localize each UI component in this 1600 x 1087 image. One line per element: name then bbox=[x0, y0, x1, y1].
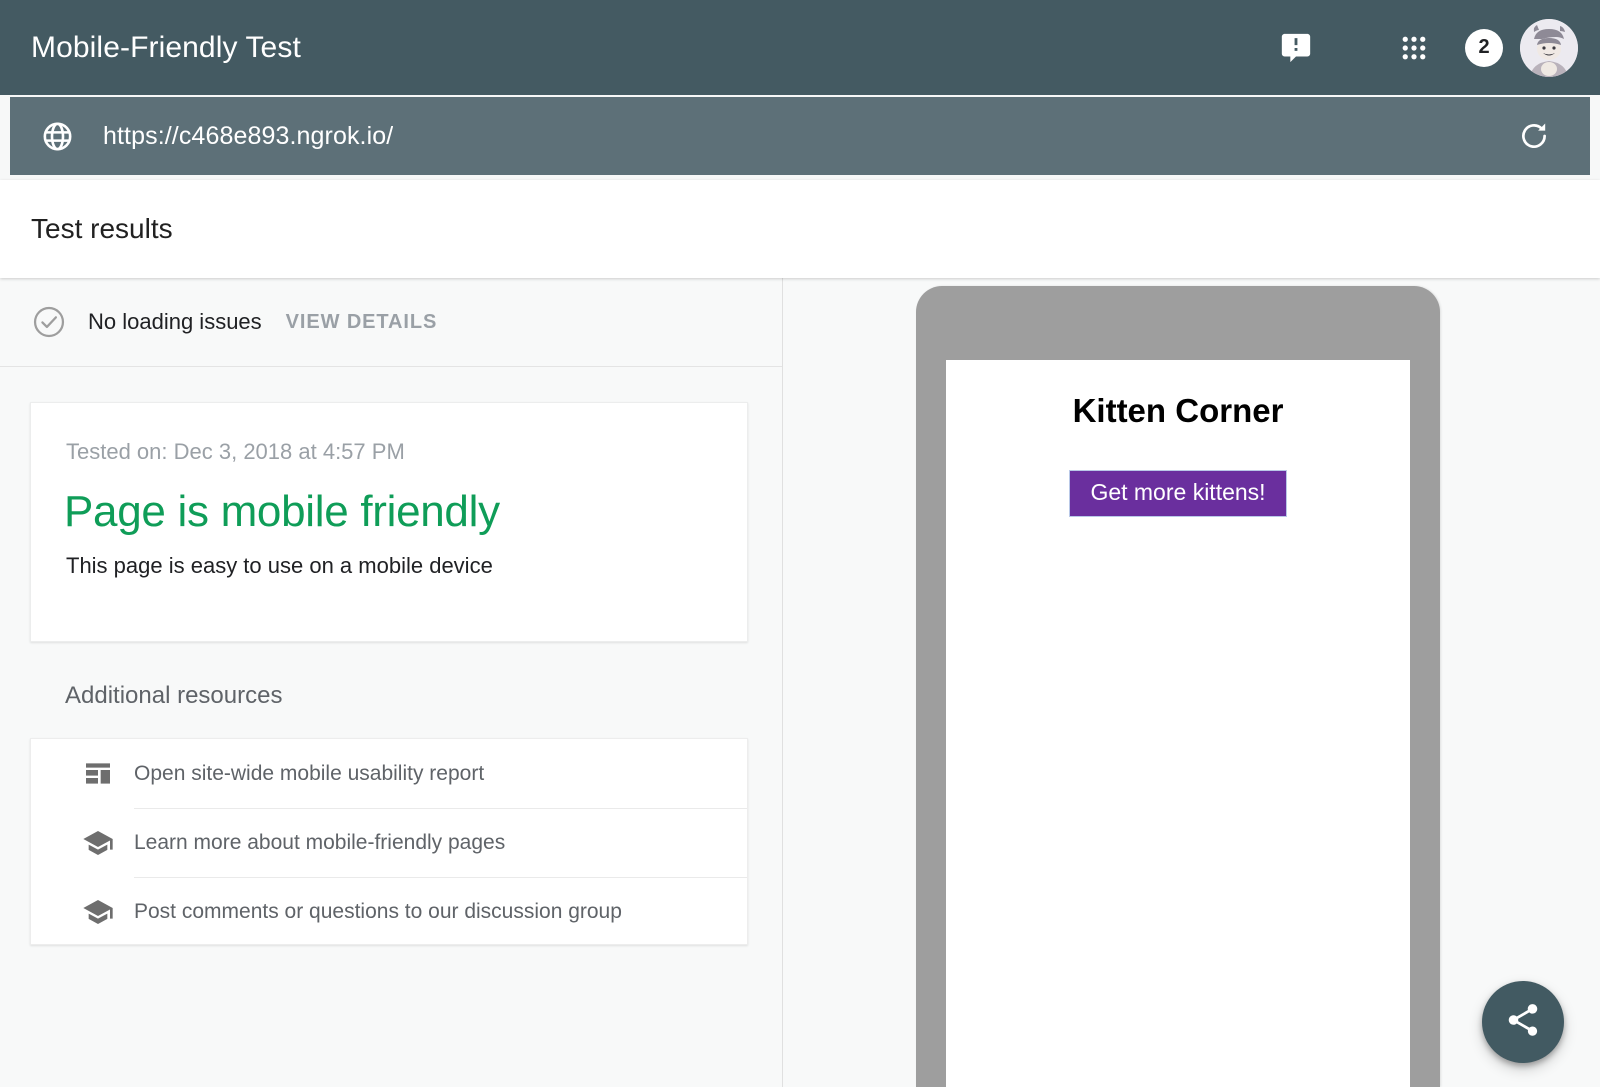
share-icon bbox=[1504, 1001, 1542, 1044]
apps-grid-icon bbox=[1399, 33, 1429, 63]
resource-item-discussion-group[interactable]: Post comments or questions to our discus… bbox=[31, 877, 747, 946]
body-area: No loading issues VIEW DETAILS Tested on… bbox=[0, 278, 1600, 1087]
resource-item-usability-report[interactable]: Open site-wide mobile usability report bbox=[31, 739, 747, 808]
loading-issues-row: No loading issues VIEW DETAILS bbox=[0, 278, 782, 367]
app-bar: Mobile-Friendly Test 2 bbox=[0, 0, 1600, 95]
url-input[interactable]: https://c468e893.ngrok.io/ bbox=[103, 122, 393, 151]
tested-on-label: Tested on: Dec 3, 2018 at 4:57 PM bbox=[66, 439, 747, 465]
view-details-link[interactable]: VIEW DETAILS bbox=[286, 311, 438, 334]
app-bar-actions: 2 bbox=[1268, 0, 1600, 95]
notification-count-button[interactable]: 2 bbox=[1456, 20, 1512, 76]
results-pane: No loading issues VIEW DETAILS Tested on… bbox=[0, 278, 783, 1087]
feedback-button[interactable] bbox=[1268, 20, 1324, 76]
page-title: Mobile-Friendly Test bbox=[31, 31, 301, 65]
resource-item-label: Post comments or questions to our discus… bbox=[134, 877, 747, 946]
preview-button-wrap: Get more kittens! bbox=[946, 470, 1410, 517]
resource-item-label: Open site-wide mobile usability report bbox=[134, 739, 747, 808]
notification-badge: 2 bbox=[1465, 29, 1503, 67]
result-card: Tested on: Dec 3, 2018 at 4:57 PM Page i… bbox=[30, 402, 748, 642]
phone-frame: Kitten Corner Get more kittens! bbox=[916, 286, 1440, 1087]
url-bar[interactable]: https://c468e893.ngrok.io/ bbox=[10, 97, 1590, 175]
google-apps-button[interactable] bbox=[1386, 20, 1442, 76]
reload-button[interactable] bbox=[1512, 114, 1556, 158]
verdict-subtitle: This page is easy to use on a mobile dev… bbox=[66, 553, 747, 579]
get-more-kittens-button[interactable]: Get more kittens! bbox=[1069, 470, 1286, 517]
phone-screen: Kitten Corner Get more kittens! bbox=[946, 360, 1410, 1087]
verdict-headline: Page is mobile friendly bbox=[64, 487, 747, 537]
share-button[interactable] bbox=[1482, 981, 1564, 1063]
graduation-cap-icon bbox=[81, 826, 115, 860]
graduation-cap-icon bbox=[81, 895, 115, 929]
loading-status-label: No loading issues bbox=[88, 309, 262, 335]
resource-item-learn-more[interactable]: Learn more about mobile-friendly pages bbox=[31, 808, 747, 877]
feedback-icon bbox=[1279, 31, 1313, 65]
additional-resources-title: Additional resources bbox=[65, 682, 282, 710]
preview-page-title: Kitten Corner bbox=[946, 392, 1410, 430]
dashboard-report-icon bbox=[81, 757, 115, 791]
results-header: Test results bbox=[0, 180, 1600, 278]
avatar[interactable] bbox=[1520, 19, 1578, 77]
additional-resources-card: Open site-wide mobile usability report L… bbox=[30, 738, 748, 945]
results-header-title: Test results bbox=[31, 213, 173, 245]
resource-item-label: Learn more about mobile-friendly pages bbox=[134, 808, 747, 877]
globe-icon bbox=[37, 116, 77, 156]
user-avatar-icon bbox=[1520, 19, 1578, 77]
preview-pane: Kitten Corner Get more kittens! bbox=[784, 278, 1600, 1087]
check-circle-icon bbox=[31, 304, 67, 340]
